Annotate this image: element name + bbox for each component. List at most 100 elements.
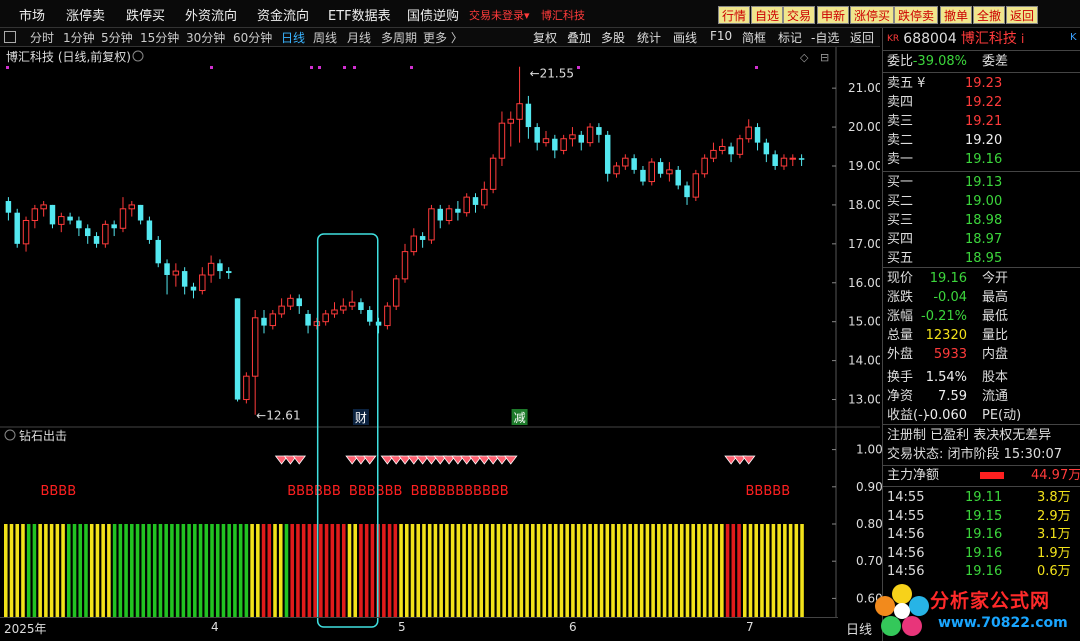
- top-button-2[interactable]: 交易: [783, 6, 816, 24]
- tick-price: 19.16: [965, 527, 1003, 542]
- indicator-bar: [319, 524, 323, 617]
- candlestick-chart[interactable]: 博汇科技 (日线,前复权) ◇ ⊟ 21.00 20.00 19.00 18.00 17.00…: [0, 47, 880, 427]
- indicator-bar: [15, 524, 20, 617]
- quote-row: 涨跌 -0.04 最高: [887, 288, 1077, 307]
- indicator-bar: [244, 524, 249, 617]
- tool-button-6[interactable]: 简框: [742, 29, 766, 46]
- indicator-bar: [181, 524, 186, 617]
- quote-right-label: 最高: [982, 290, 1009, 305]
- indicator-bar: [152, 524, 157, 617]
- menu-item-2[interactable]: 跌停买: [126, 5, 165, 24]
- tool-button-4[interactable]: 画线: [673, 29, 697, 46]
- watermark-url: www.70822.com: [938, 615, 1068, 631]
- bid-row: 买三 18.98: [887, 211, 1077, 230]
- quote-right-label: 股本: [982, 370, 1009, 385]
- collapse-icon[interactable]: [132, 50, 144, 62]
- tool-button-7[interactable]: 标记: [778, 29, 802, 46]
- top-button-6[interactable]: 撤单: [940, 6, 973, 24]
- menu-item-5[interactable]: ETF数据表: [328, 5, 391, 24]
- tool-button-0[interactable]: 复权: [533, 29, 557, 46]
- period-tab-1[interactable]: 1分钟: [63, 29, 95, 46]
- indicator-chart[interactable]: 钻石出击1.000.900.800.700.60BBBB BBBBBB BBBBBB…: [0, 233, 883, 628]
- tick-volume: 3.1万: [1037, 527, 1071, 542]
- event-marker: [210, 66, 213, 69]
- period-tab-4[interactable]: 30分钟: [186, 29, 225, 46]
- top-button-8[interactable]: 返回: [1006, 6, 1039, 24]
- price-tick-label: 15.00: [848, 315, 880, 329]
- tick-time: 14:55: [887, 508, 925, 524]
- tool-button-9[interactable]: 返回: [850, 29, 874, 46]
- menu-item-0[interactable]: 市场: [19, 5, 45, 24]
- indicator-bar: [651, 524, 655, 617]
- indicator-bar: [519, 524, 524, 617]
- quote-row: 外盘 5933 内盘: [887, 345, 1077, 364]
- price-tick-label: 14.00: [848, 354, 880, 368]
- event-marker: [6, 66, 9, 69]
- tool-button-5[interactable]: F10: [710, 29, 732, 43]
- indicator-bar: [393, 524, 398, 617]
- menu-item-4[interactable]: 资金流向: [257, 5, 309, 24]
- bid-label: 买三: [887, 213, 914, 228]
- indicator-bar: [622, 524, 627, 617]
- stock-header: KR 688004 博汇科技 i K: [887, 30, 1077, 49]
- buy-signal-label: BBBBBB: [349, 484, 403, 499]
- indicator-bar: [336, 524, 340, 617]
- indicator-collapse-icon[interactable]: [4, 429, 16, 441]
- top-button-3[interactable]: 申新: [817, 6, 850, 24]
- top-button-0[interactable]: 行情: [718, 6, 751, 24]
- menu-item-6[interactable]: 国债逆购: [407, 5, 459, 24]
- menu-item-1[interactable]: 涨停卖: [66, 5, 105, 24]
- candle-body: [217, 263, 223, 272]
- tool-button-8[interactable]: -自选: [811, 29, 839, 46]
- period-tab-0[interactable]: 分时: [30, 29, 54, 46]
- menu-item-3[interactable]: 外资流向: [185, 5, 237, 24]
- indicator-bar: [599, 524, 604, 617]
- trade-login-status[interactable]: 交易未登录▾: [469, 7, 530, 23]
- indicator-bar: [61, 524, 65, 617]
- k-badge[interactable]: K: [1070, 28, 1077, 47]
- quote-value: 5933: [933, 347, 967, 362]
- top-button-4[interactable]: 涨停买: [850, 6, 895, 24]
- tool-button-3[interactable]: 统计: [637, 29, 661, 46]
- bid-label: 买二: [887, 194, 914, 209]
- top-button-5[interactable]: 跌停卖: [894, 6, 939, 24]
- indicator-bar: [657, 524, 661, 617]
- buy-signal-label: BBBBBBBBBBB: [411, 484, 509, 499]
- period-tab-2[interactable]: 5分钟: [101, 29, 133, 46]
- candle-body: [296, 298, 302, 307]
- indicator-bar: [742, 524, 747, 617]
- stock-suffix: i: [1021, 32, 1025, 46]
- diamond-icon[interactable]: ◇: [800, 51, 809, 64]
- ask-row: 卖四 19.22: [887, 93, 1077, 112]
- bid-label: 买四: [887, 232, 914, 247]
- tick-volume: 0.6万: [1037, 564, 1071, 579]
- time-tick-label: 7: [746, 620, 754, 634]
- indicator-bar: [124, 524, 128, 617]
- top-button-1[interactable]: 自选: [751, 6, 784, 24]
- period-tab-9[interactable]: 多周期: [381, 29, 417, 46]
- quote-row: 收益(-) -0.060 PE(动): [887, 406, 1077, 425]
- indicator-bar: [21, 524, 25, 617]
- candle-body: [710, 149, 717, 159]
- watermark-logo: 分析家公式网 www.70822.com: [872, 580, 1080, 641]
- ask-label: 卖三: [887, 114, 914, 129]
- ask-price: 19.20: [965, 133, 1003, 148]
- indicator-bar: [221, 524, 226, 617]
- tick-price: 19.16: [965, 545, 1003, 561]
- candle-body: [613, 165, 620, 175]
- indicator-bar: [513, 524, 518, 617]
- tool-button-2[interactable]: 多股: [601, 29, 625, 46]
- period-tab-6[interactable]: 日线: [281, 29, 305, 46]
- candle-body: [463, 196, 470, 214]
- indicator-bar: [4, 524, 8, 617]
- top-button-7[interactable]: 全撤: [973, 6, 1006, 24]
- tool-button-1[interactable]: 叠加: [567, 29, 591, 46]
- settings-icon[interactable]: ⊟: [820, 51, 829, 64]
- window-toggle-icon[interactable]: [4, 31, 16, 43]
- period-tab-10[interactable]: 更多 〉: [423, 29, 463, 46]
- period-tab-7[interactable]: 周线: [313, 29, 337, 46]
- period-tab-5[interactable]: 60分钟: [233, 29, 272, 46]
- candle-body: [445, 208, 453, 221]
- period-tab-8[interactable]: 月线: [347, 29, 371, 46]
- period-tab-3[interactable]: 15分钟: [140, 29, 179, 46]
